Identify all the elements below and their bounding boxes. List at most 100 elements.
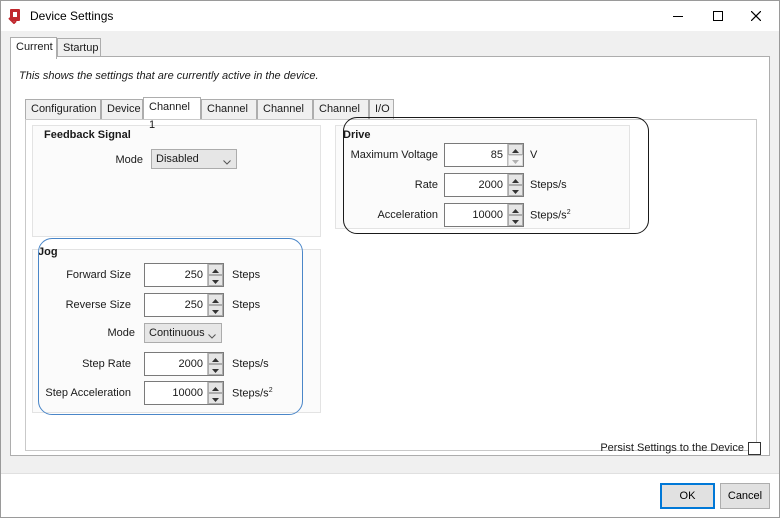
step-rate-spinner <box>207 353 223 375</box>
max-voltage-label: Maximum Voltage <box>350 149 438 161</box>
current-panel: This shows the settings that are current… <box>10 56 770 456</box>
cancel-button[interactable]: Cancel <box>720 483 770 509</box>
step-acceleration-up-button[interactable] <box>208 382 223 393</box>
jog-mode-value: Continuous <box>149 327 205 339</box>
close-button[interactable] <box>733 1 779 31</box>
arrow-down-icon <box>212 393 219 405</box>
device-app-icon <box>8 8 24 25</box>
reverse-size-input[interactable]: 250 <box>144 293 224 317</box>
step-rate-up-button[interactable] <box>208 353 223 364</box>
tab-configuration[interactable]: Configuration <box>25 99 101 119</box>
reverse-size-value: 250 <box>184 299 203 311</box>
arrow-down-icon <box>512 155 519 167</box>
max-voltage-up-button[interactable] <box>508 144 523 155</box>
forward-size-value: 250 <box>184 269 203 281</box>
description-text: This shows the settings that are current… <box>19 70 319 82</box>
tab-device-label: Device <box>107 103 141 115</box>
tab-io[interactable]: I/O <box>369 99 394 119</box>
max-voltage-unit-text: V <box>530 149 538 161</box>
arrow-down-icon <box>212 275 219 287</box>
rate-down-button[interactable] <box>508 185 523 196</box>
rate-value: 2000 <box>478 179 503 191</box>
acceleration-label: Acceleration <box>377 209 438 221</box>
rate-unit-text: Steps/s <box>530 179 567 191</box>
tab-channel-2[interactable]: Channel 2 <box>201 99 257 133</box>
acceleration-spinner <box>507 204 523 226</box>
step-rate-value: 2000 <box>178 358 203 370</box>
step-rate-label: Step Rate <box>82 358 131 370</box>
acceleration-unit-sup: 2 <box>566 209 571 216</box>
forward-size-up-button[interactable] <box>208 264 223 275</box>
tab-current-label: Current <box>16 41 53 53</box>
forward-size-input[interactable]: 250 <box>144 263 224 287</box>
rate-unit: Steps/s <box>530 179 567 191</box>
feedback-mode-label: Mode <box>115 154 143 166</box>
ok-button[interactable]: OK <box>660 483 715 509</box>
rate-input[interactable]: 2000 <box>444 173 524 197</box>
drive-group: Drive Maximum Voltage 85 V Rate 2000 Ste… <box>335 125 630 229</box>
step-rate-down-button[interactable] <box>208 364 223 375</box>
forward-size-spinner <box>207 264 223 286</box>
tab-current[interactable]: Current <box>10 37 57 59</box>
dialog-footer: OK Cancel <box>1 474 779 517</box>
jog-group: Jog Forward Size 250 Steps Reverse Size … <box>32 246 321 413</box>
title-bar[interactable]: Device Settings <box>1 1 779 31</box>
drive-title: Drive <box>343 129 371 141</box>
acceleration-up-button[interactable] <box>508 204 523 215</box>
device-settings-window: Device Settings Current Startup This sho… <box>0 0 780 518</box>
arrow-down-icon <box>512 185 519 197</box>
reverse-size-up-button[interactable] <box>208 294 223 305</box>
arrow-down-icon <box>212 305 219 317</box>
step-rate-input[interactable]: 2000 <box>144 352 224 376</box>
step-acceleration-unit: Steps/s2 <box>232 387 273 400</box>
rate-spinner <box>507 174 523 196</box>
tab-device[interactable]: Device <box>101 99 143 119</box>
reverse-size-spinner <box>207 294 223 316</box>
step-acceleration-value: 10000 <box>172 387 203 399</box>
step-acceleration-unit-sup: 2 <box>268 387 273 394</box>
max-voltage-down-button[interactable] <box>508 155 523 166</box>
reverse-size-unit: Steps <box>232 299 261 311</box>
chevron-down-icon <box>208 330 216 342</box>
feedback-signal-title: Feedback Signal <box>44 129 131 141</box>
step-acceleration-input[interactable]: 10000 <box>144 381 224 405</box>
minimize-icon <box>673 11 683 21</box>
feedback-signal-group: Feedback Signal Mode Disabled <box>32 125 321 237</box>
max-voltage-value: 85 <box>490 149 503 161</box>
max-voltage-input[interactable]: 85 <box>444 143 524 167</box>
arrow-down-icon <box>512 215 519 227</box>
jog-title: Jog <box>38 246 58 258</box>
rate-label: Rate <box>414 179 438 191</box>
tab-configuration-label: Configuration <box>31 103 97 115</box>
tab-channel-3[interactable]: Channel 3 <box>257 99 313 133</box>
jog-mode-label: Mode <box>107 327 135 339</box>
acceleration-unit: Steps/s2 <box>530 209 571 222</box>
acceleration-unit-text: Steps/s <box>530 209 567 222</box>
dialog-client: Current Startup This shows the settings … <box>1 31 779 517</box>
tab-channel-1[interactable]: Channel 1 <box>143 97 201 131</box>
window-title: Device Settings <box>30 9 114 23</box>
acceleration-value: 10000 <box>472 209 503 221</box>
forward-size-unit: Steps <box>232 269 261 281</box>
forward-size-down-button[interactable] <box>208 275 223 286</box>
feedback-mode-select[interactable]: Disabled <box>151 149 237 169</box>
reverse-size-down-button[interactable] <box>208 305 223 316</box>
acceleration-input[interactable]: 10000 <box>444 203 524 227</box>
arrow-down-icon <box>212 364 219 376</box>
persist-settings-label: Persist Settings to the Device <box>600 442 744 454</box>
max-voltage-spinner <box>507 144 523 166</box>
step-acceleration-label: Step Acceleration <box>45 387 131 399</box>
forward-size-label: Forward Size <box>66 269 131 281</box>
rate-up-button[interactable] <box>508 174 523 185</box>
tab-io-label: I/O <box>375 103 390 115</box>
tab-startup[interactable]: Startup <box>57 38 101 58</box>
acceleration-down-button[interactable] <box>508 215 523 226</box>
tab-startup-label: Startup <box>63 42 99 54</box>
persist-settings-checkbox[interactable] <box>748 442 761 455</box>
tab-channel-4[interactable]: Channel 4 <box>313 99 369 133</box>
step-acceleration-down-button[interactable] <box>208 393 223 404</box>
jog-mode-select[interactable]: Continuous <box>144 323 222 343</box>
step-acceleration-unit-text: Steps/s <box>232 387 269 400</box>
channel-1-panel: Feedback Signal Mode Disabled Drive Maxi… <box>25 117 757 451</box>
maximize-icon <box>713 11 723 21</box>
